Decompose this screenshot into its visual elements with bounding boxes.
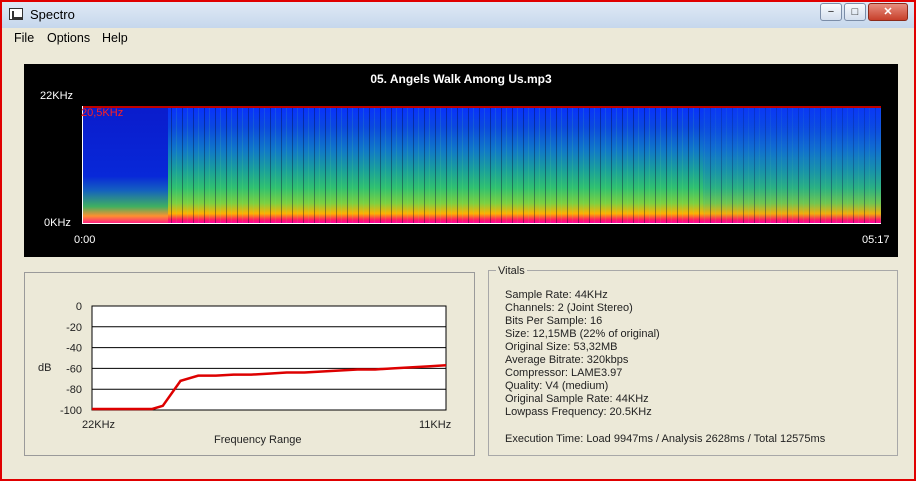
spectrogram-title: 05. Angels Walk Among Us.mp3 [370, 72, 552, 86]
spectrogram-intro-region [83, 106, 168, 223]
menu-bar: File Options Help [2, 28, 914, 49]
app-icon [9, 8, 23, 20]
vital-execution-time: Execution Time: Load 9947ms / Analysis 2… [505, 433, 826, 445]
vital-original-size: Original Size: 53,32MB [505, 341, 618, 353]
minimize-button[interactable]: − [820, 3, 842, 21]
vital-sample-rate: Sample Rate: 44KHz [505, 289, 608, 301]
spectrogram-image [82, 106, 881, 224]
spectrogram-y-bottom-label: 0KHz [44, 217, 71, 229]
menu-file[interactable]: File [14, 31, 34, 45]
chart-x-tick-end: 11KHz [419, 419, 452, 431]
vital-size: Size: 12,15MB (22% of original) [505, 328, 660, 340]
title-bar[interactable]: Spectro − □ ✕ [2, 2, 914, 28]
maximize-button[interactable]: □ [844, 3, 866, 21]
spectrogram-panel: 05. Angels Walk Among Us.mp3 22KHz 0KHz … [24, 64, 898, 257]
window-title: Spectro [30, 7, 75, 22]
spectrogram-x-end-label: 05:17 [862, 234, 890, 246]
chart-ylabel: dB [38, 362, 52, 374]
spectrogram-x-start-label: 0:00 [74, 234, 96, 246]
spectro-window: Spectro − □ ✕ File Options Help 05. Ange… [0, 0, 916, 481]
vital-quality: Quality: V4 (medium) [505, 380, 609, 392]
lowpass-label: 20,5KHz [81, 107, 124, 119]
spectrogram-outro-region [703, 106, 881, 223]
vital-compressor: Compressor: LAME3.97 [505, 367, 623, 379]
chart-xlabel: Frequency Range [214, 434, 302, 446]
vital-channels: Channels: 2 (Joint Stereo) [505, 302, 633, 314]
vital-bits-per-sample: Bits Per Sample: 16 [505, 315, 603, 327]
chart-x-tick-start: 22KHz [82, 419, 116, 431]
menu-help[interactable]: Help [102, 31, 128, 45]
vitals-legend: Vitals [496, 265, 527, 277]
vital-average-bitrate: Average Bitrate: 320kbps [505, 354, 629, 366]
vital-original-sample-rate: Original Sample Rate: 44KHz [505, 393, 649, 405]
bottom-strip [2, 472, 914, 479]
close-button[interactable]: ✕ [868, 3, 908, 21]
menu-options[interactable]: Options [47, 31, 90, 45]
lowpass-line [83, 106, 881, 108]
spectrogram-y-top-label: 22KHz [40, 90, 74, 102]
vital-lowpass-frequency: Lowpass Frequency: 20.5KHz [505, 406, 652, 418]
